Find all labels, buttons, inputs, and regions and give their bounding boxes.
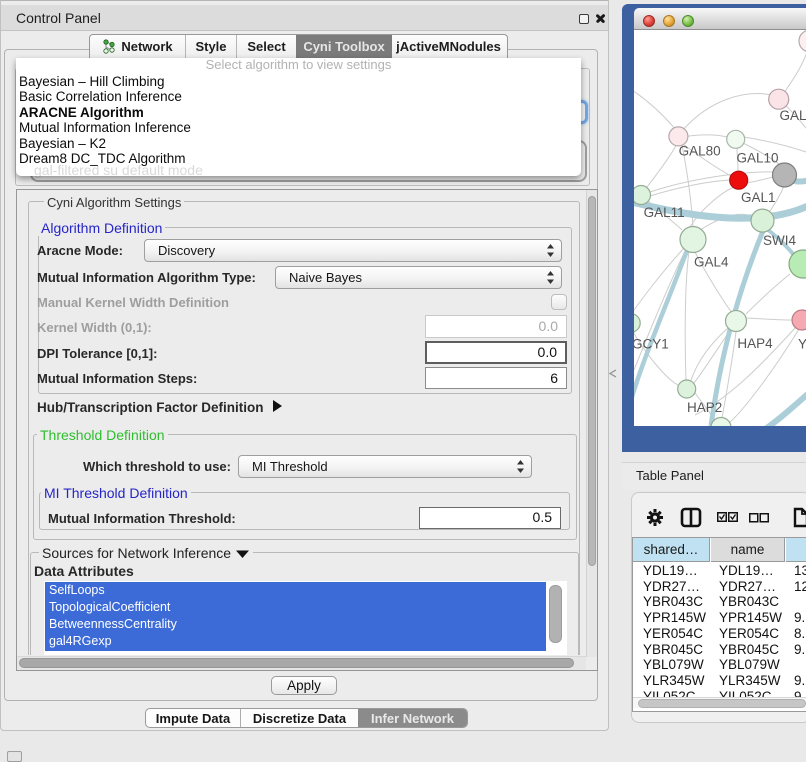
svg-text:HAP2: HAP2 (687, 400, 722, 415)
svg-text:GAL10: GAL10 (737, 151, 779, 166)
svg-text:Y: Y (798, 337, 806, 352)
svg-text:GAL2: GAL2 (780, 108, 806, 123)
svg-text:GAL11: GAL11 (644, 205, 685, 220)
svg-text:HAP4: HAP4 (737, 336, 773, 351)
svg-text:GCY1: GCY1 (634, 337, 669, 352)
svg-text:GAL80: GAL80 (679, 144, 721, 159)
svg-text:GAL4: GAL4 (694, 255, 729, 270)
svg-text:GAL1: GAL1 (741, 190, 776, 205)
svg-text:SWI4: SWI4 (763, 233, 796, 248)
